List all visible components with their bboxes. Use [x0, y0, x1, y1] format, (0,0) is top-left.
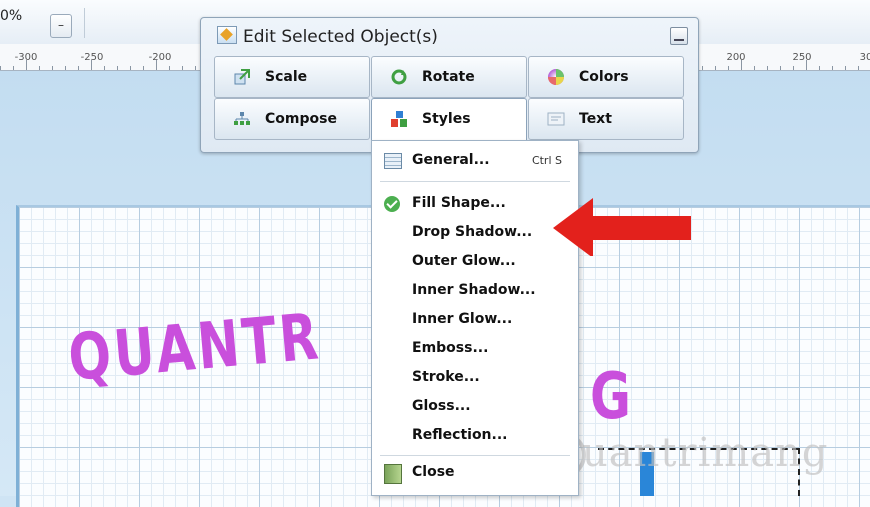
- menu-item-stroke[interactable]: Stroke...: [372, 366, 578, 390]
- table-icon: [384, 153, 402, 169]
- ruler-tick: [13, 66, 14, 70]
- ruler-label: -250: [80, 52, 104, 63]
- menu-shortcut: Ctrl S: [531, 154, 562, 167]
- menu-item-label: Outer Glow...: [412, 253, 516, 269]
- menu-item-gloss[interactable]: Gloss...: [372, 395, 578, 419]
- ruler-tick: [117, 66, 118, 70]
- ruler-tick: [780, 66, 781, 70]
- styles-button[interactable]: Styles: [371, 98, 527, 143]
- ruler-tick: [91, 60, 92, 70]
- edit-selected-objects-panel: Edit Selected Object(s) Scale Rotate Col…: [200, 17, 699, 153]
- ruler-tick: [156, 60, 157, 70]
- menu-separator: [380, 455, 570, 456]
- menu-item-label: Stroke...: [412, 369, 480, 385]
- panel-title-text: Edit Selected Object(s): [243, 27, 438, 47]
- menu-item-label: Close: [412, 464, 455, 480]
- scale-label: Scale: [265, 69, 308, 85]
- art-text-right[interactable]: G: [590, 360, 634, 434]
- compose-button[interactable]: Compose: [214, 98, 370, 140]
- menu-item-label: General...: [412, 152, 490, 168]
- ruler-tick: [104, 66, 105, 70]
- menu-item-drop-shadow[interactable]: Drop Shadow...: [372, 221, 578, 245]
- menu-item-label: Emboss...: [412, 340, 489, 356]
- scale-button[interactable]: Scale: [214, 56, 370, 98]
- ruler-tick: [0, 66, 1, 70]
- edit-objects-icon: [217, 26, 237, 44]
- ruler-tick: [702, 66, 703, 70]
- ruler-tick: [182, 66, 183, 70]
- ruler-tick: [39, 66, 40, 70]
- ruler-tick: [715, 66, 716, 70]
- ruler-tick: [858, 66, 859, 70]
- menu-item-emboss[interactable]: Emboss...: [372, 337, 578, 361]
- panel-title: Edit Selected Object(s): [217, 26, 438, 47]
- menu-item-fill-shape[interactable]: Fill Shape...: [372, 192, 578, 216]
- menu-item-close[interactable]: Close: [372, 461, 578, 485]
- ruler-tick: [52, 66, 53, 70]
- scale-icon: [234, 69, 250, 85]
- text-label: Text: [579, 111, 612, 127]
- ruler-tick: [65, 66, 66, 70]
- minimize-button[interactable]: [670, 27, 688, 45]
- ruler-tick: [832, 66, 833, 70]
- styles-label: Styles: [422, 111, 471, 127]
- compose-icon: [234, 112, 250, 125]
- menu-item-general[interactable]: General... Ctrl S: [372, 149, 578, 173]
- rotate-button[interactable]: Rotate: [371, 56, 527, 98]
- ruler-label: 30: [859, 52, 870, 63]
- ruler-tick: [741, 60, 742, 70]
- colors-label: Colors: [579, 69, 629, 85]
- styles-menu: General... Ctrl S Fill Shape... Drop Sha…: [371, 140, 579, 496]
- text-button[interactable]: Text: [528, 98, 684, 140]
- watermark-text: uantrimang: [582, 430, 829, 476]
- menu-separator: [380, 181, 570, 182]
- menu-item-label: Inner Glow...: [412, 311, 513, 327]
- exit-door-icon: [384, 464, 402, 484]
- ruler-tick: [26, 60, 27, 70]
- rotate-icon: [391, 69, 407, 85]
- ruler-label: -200: [148, 52, 172, 63]
- colors-button[interactable]: Colors: [528, 56, 684, 98]
- ruler-tick: [195, 66, 196, 70]
- ruler-tick: [819, 66, 820, 70]
- menu-item-label: Reflection...: [412, 427, 508, 443]
- menu-item-label: Fill Shape...: [412, 195, 506, 211]
- ruler-tick: [130, 66, 131, 70]
- ruler-tick: [845, 66, 846, 70]
- menu-item-inner-glow[interactable]: Inner Glow...: [372, 308, 578, 332]
- styles-icon: [391, 111, 407, 127]
- ruler-tick: [728, 66, 729, 70]
- text-icon: [547, 112, 565, 126]
- ruler-tick: [793, 66, 794, 70]
- menu-item-reflection[interactable]: Reflection...: [372, 424, 578, 448]
- annotation-arrow-icon: [553, 198, 691, 256]
- ruler-tick: [806, 60, 807, 70]
- toolbar-divider: [84, 8, 85, 38]
- checkmark-icon: [384, 196, 400, 212]
- ruler-tick: [754, 66, 755, 70]
- ruler-tick: [143, 66, 144, 70]
- menu-item-label: Drop Shadow...: [412, 224, 533, 240]
- zoom-out-button[interactable]: –: [50, 14, 72, 38]
- zoom-level: 0%: [0, 8, 23, 24]
- ruler-tick: [78, 66, 79, 70]
- compose-label: Compose: [265, 111, 337, 127]
- menu-item-label: Gloss...: [412, 398, 471, 414]
- rotate-label: Rotate: [422, 69, 475, 85]
- menu-item-outer-glow[interactable]: Outer Glow...: [372, 250, 578, 274]
- colors-icon: [548, 69, 564, 85]
- menu-item-label: Inner Shadow...: [412, 282, 536, 298]
- ruler-label: 200: [726, 52, 746, 63]
- ruler-label: 250: [792, 52, 812, 63]
- ruler-tick: [767, 66, 768, 70]
- menu-item-inner-shadow[interactable]: Inner Shadow...: [372, 279, 578, 303]
- ruler-tick: [169, 66, 170, 70]
